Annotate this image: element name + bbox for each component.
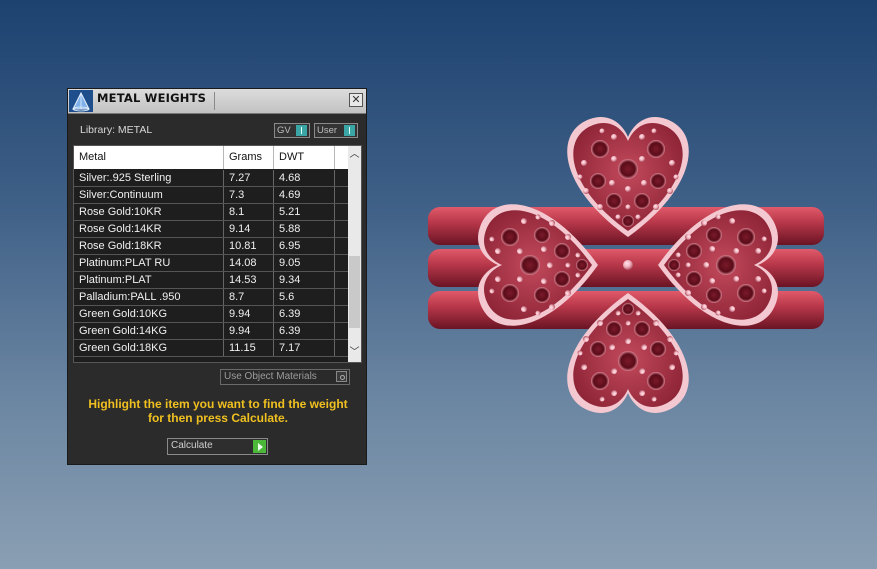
dwt-cell: 5.88 bbox=[274, 221, 335, 237]
calculate-button[interactable]: Calculate bbox=[167, 438, 268, 455]
dwt-cell: 6.39 bbox=[274, 306, 335, 322]
grams-cell: 11.15 bbox=[224, 340, 274, 356]
instruction-text: Highlight the item you want to find the … bbox=[78, 397, 358, 425]
panel-title: METAL WEIGHTS bbox=[97, 91, 207, 105]
calculate-label: Calculate bbox=[171, 440, 213, 451]
use-object-materials-toggle[interactable]: Use Object Materials bbox=[220, 369, 350, 385]
table-row[interactable]: Green Gold:10KG 9.94 6.39 bbox=[74, 306, 348, 323]
title-divider bbox=[214, 92, 215, 110]
table-row[interactable]: Green Gold:18KG 11.15 7.17 bbox=[74, 340, 348, 357]
dwt-cell: 6.95 bbox=[274, 238, 335, 254]
table-row[interactable]: Platinum:PLAT 14.53 9.34 bbox=[74, 272, 348, 289]
grams-cell: 9.94 bbox=[224, 306, 274, 322]
toggle-switch-icon bbox=[344, 125, 355, 136]
metal-cell: Silver:.925 Sterling bbox=[74, 170, 224, 186]
metal-cell: Platinum:PLAT RU bbox=[74, 255, 224, 271]
toggle-circle-icon bbox=[336, 371, 347, 382]
table-row[interactable]: Rose Gold:18KR 10.81 6.95 bbox=[74, 238, 348, 255]
dwt-cell: 6.39 bbox=[274, 323, 335, 339]
grams-cell: 14.08 bbox=[224, 255, 274, 271]
table-row[interactable]: Platinum:PLAT RU 14.08 9.05 bbox=[74, 255, 348, 272]
chevron-down-icon[interactable]: ﹀ bbox=[348, 346, 361, 360]
table-row[interactable]: Rose Gold:14KR 9.14 5.88 bbox=[74, 221, 348, 238]
toggle-switch-icon bbox=[296, 125, 307, 136]
grams-cell: 10.81 bbox=[224, 238, 274, 254]
metal-cell: Palladium:PALL .950 bbox=[74, 289, 224, 305]
dwt-cell: 7.17 bbox=[274, 340, 335, 356]
table-row[interactable]: Silver:.925 Sterling 7.27 4.68 bbox=[74, 170, 348, 187]
table-row[interactable]: Palladium:PALL .950 8.7 5.6 bbox=[74, 289, 348, 306]
metal-cell: Silver:Continuum bbox=[74, 187, 224, 203]
table-header: Metal Grams DWT bbox=[74, 146, 348, 169]
chevron-up-icon[interactable]: ︿ bbox=[348, 148, 361, 162]
instruction-line-1: Highlight the item you want to find the … bbox=[88, 397, 348, 411]
grams-cell: 7.3 bbox=[224, 187, 274, 203]
gv-toggle[interactable]: GV bbox=[274, 123, 310, 138]
metal-cell: Green Gold:10KG bbox=[74, 306, 224, 322]
instruction-line-2: for then press Calculate. bbox=[147, 411, 289, 425]
dwt-cell: 4.69 bbox=[274, 187, 335, 203]
close-button[interactable]: ✕ bbox=[349, 93, 363, 107]
metal-cell: Rose Gold:18KR bbox=[74, 238, 224, 254]
metal-cell: Rose Gold:14KR bbox=[74, 221, 224, 237]
table-body: Silver:.925 Sterling 7.27 4.68 Silver:Co… bbox=[74, 170, 348, 357]
ring-3d-preview[interactable] bbox=[420, 95, 830, 435]
metal-cell: Green Gold:14KG bbox=[74, 323, 224, 339]
panel-titlebar[interactable]: METAL WEIGHTS ✕ bbox=[68, 89, 366, 114]
dwt-cell: 9.34 bbox=[274, 272, 335, 288]
dwt-cell: 5.6 bbox=[274, 289, 335, 305]
grams-cell: 9.14 bbox=[224, 221, 274, 237]
scroll-thumb[interactable] bbox=[349, 256, 360, 328]
grams-cell: 8.1 bbox=[224, 204, 274, 220]
grams-cell: 14.53 bbox=[224, 272, 274, 288]
column-header-dwt[interactable]: DWT bbox=[274, 146, 335, 169]
table-row[interactable]: Green Gold:14KG 9.94 6.39 bbox=[74, 323, 348, 340]
metal-cell: Rose Gold:10KR bbox=[74, 204, 224, 220]
metal-cell: Platinum:PLAT bbox=[74, 272, 224, 288]
user-toggle-label: User bbox=[317, 125, 338, 136]
grams-cell: 8.7 bbox=[224, 289, 274, 305]
metal-table: Metal Grams DWT Silver:.925 Sterling 7.2… bbox=[73, 145, 362, 363]
dwt-cell: 5.21 bbox=[274, 204, 335, 220]
clover-ring-image bbox=[428, 95, 824, 435]
table-scrollbar[interactable]: ︿ ﹀ bbox=[348, 146, 361, 362]
dwt-cell: 9.05 bbox=[274, 255, 335, 271]
table-row[interactable]: Rose Gold:10KR 8.1 5.21 bbox=[74, 204, 348, 221]
use-object-materials-label: Use Object Materials bbox=[224, 371, 317, 382]
app-logo-icon bbox=[69, 90, 93, 112]
play-arrow-icon bbox=[253, 440, 266, 453]
grams-cell: 9.94 bbox=[224, 323, 274, 339]
table-row[interactable]: Silver:Continuum 7.3 4.69 bbox=[74, 187, 348, 204]
column-header-grams[interactable]: Grams bbox=[224, 146, 274, 169]
metal-weights-panel: METAL WEIGHTS ✕ Library: METAL GV User M… bbox=[67, 88, 367, 465]
metal-cell: Green Gold:18KG bbox=[74, 340, 224, 356]
library-label: Library: METAL bbox=[80, 124, 153, 136]
dwt-cell: 4.68 bbox=[274, 170, 335, 186]
grams-cell: 7.27 bbox=[224, 170, 274, 186]
user-toggle[interactable]: User bbox=[314, 123, 358, 138]
column-header-metal[interactable]: Metal bbox=[74, 146, 224, 169]
gv-toggle-label: GV bbox=[277, 125, 291, 136]
